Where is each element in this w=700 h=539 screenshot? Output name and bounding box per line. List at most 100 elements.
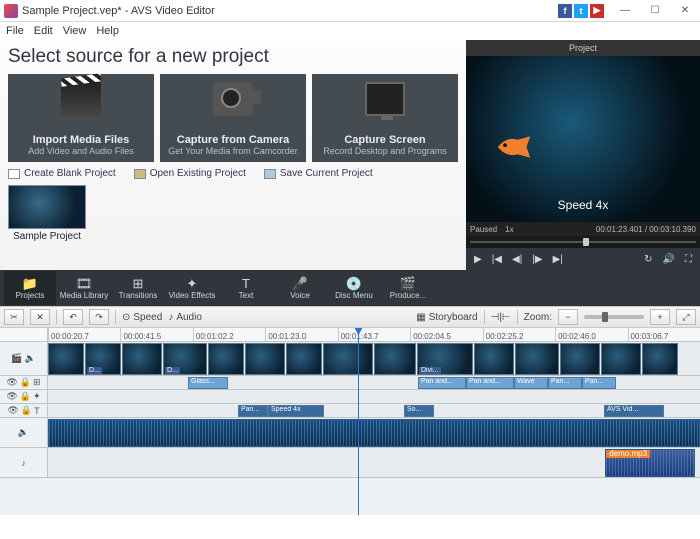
music-lane[interactable]: demo.mp3: [48, 448, 700, 477]
tab-disc-menu[interactable]: 💿Disc Menu: [328, 271, 380, 305]
video-lane[interactable]: D... D... Divi...: [48, 342, 700, 375]
video-clip[interactable]: [122, 343, 162, 375]
zoom-out-button[interactable]: −: [558, 309, 578, 325]
video-clip[interactable]: D...: [163, 343, 207, 375]
step-back-button[interactable]: ◀|: [512, 254, 522, 265]
open-existing-project[interactable]: Open Existing Project: [134, 168, 246, 179]
video-clip[interactable]: [515, 343, 559, 375]
close-button[interactable]: ✕: [670, 0, 700, 22]
video-clip[interactable]: Divi...: [417, 343, 473, 375]
split-icon[interactable]: ⊣|⊢: [491, 312, 511, 323]
video-clip[interactable]: D...: [85, 343, 121, 375]
zoom-slider[interactable]: [584, 315, 644, 319]
track-header[interactable]: 🎬🔈: [0, 342, 48, 375]
scrubber-knob[interactable]: [583, 238, 589, 246]
menu-file[interactable]: File: [6, 25, 24, 37]
maximize-button[interactable]: ☐: [640, 0, 670, 22]
audio-clip[interactable]: demo.mp3: [605, 449, 695, 477]
menu-help[interactable]: Help: [96, 25, 119, 37]
tab-voice[interactable]: 🎤Voice: [274, 271, 326, 305]
capture-camera-card[interactable]: Capture from Camera Get Your Media from …: [160, 74, 306, 162]
fullscreen-button[interactable]: ⛶: [685, 254, 692, 265]
transition-clip[interactable]: Pan and...: [466, 377, 514, 389]
next-button[interactable]: ▶|: [553, 254, 563, 265]
zoom-in-button[interactable]: +: [650, 309, 670, 325]
twitter-icon[interactable]: t: [574, 4, 588, 18]
menu-edit[interactable]: Edit: [34, 25, 53, 37]
undo-button[interactable]: ↶: [63, 309, 83, 325]
video-clip[interactable]: [323, 343, 373, 375]
save-current-project[interactable]: Save Current Project: [264, 168, 373, 179]
text-lane[interactable]: Pan... Speed 4x So... AVS Vid...: [48, 404, 700, 417]
transition-icon: ⊞: [33, 377, 41, 388]
audio-lane[interactable]: [48, 418, 700, 447]
video-clip[interactable]: [474, 343, 514, 375]
audio-button[interactable]: ♪Audio: [168, 312, 202, 323]
facebook-icon[interactable]: f: [558, 4, 572, 18]
time-ruler[interactable]: 00:00:20.7 00:00:41.5 00:01:02.2 00:01:2…: [0, 328, 700, 342]
minimize-button[interactable]: —: [610, 0, 640, 22]
preview-viewport[interactable]: Speed 4x: [466, 56, 700, 222]
transition-clip[interactable]: Pan...: [582, 377, 616, 389]
video-clip[interactable]: [601, 343, 641, 375]
produce-button[interactable]: 🎬Produce...: [382, 271, 434, 305]
text-clip[interactable]: Pan...: [238, 405, 268, 417]
import-media-card[interactable]: Import Media Files Add Video and Audio F…: [8, 74, 154, 162]
transition-clip[interactable]: Pan and...: [418, 377, 466, 389]
tab-transitions[interactable]: ⊞Transitions: [112, 271, 164, 305]
prev-button[interactable]: |◀: [492, 254, 502, 265]
video-clip[interactable]: [560, 343, 600, 375]
track-header[interactable]: ♪: [0, 448, 48, 477]
preview-tab[interactable]: Project: [466, 40, 700, 56]
volume-button[interactable]: 🔊: [663, 254, 675, 265]
tab-text[interactable]: TText: [220, 271, 272, 305]
effect-lane[interactable]: [48, 390, 700, 403]
video-clip[interactable]: [286, 343, 322, 375]
preview-scrubber[interactable]: [466, 236, 700, 248]
delete-button[interactable]: ✕: [30, 309, 50, 325]
transition-clip[interactable]: Pan...: [548, 377, 582, 389]
create-blank-project[interactable]: Create Blank Project: [8, 168, 116, 179]
tab-video-effects[interactable]: ✦Video Effects: [166, 271, 218, 305]
capture-screen-card[interactable]: Capture Screen Record Desktop and Progra…: [312, 74, 458, 162]
project-panel: Select source for a new project Import M…: [0, 40, 466, 270]
step-forward-button[interactable]: |▶: [532, 254, 542, 265]
redo-button[interactable]: ↷: [89, 309, 109, 325]
video-clip[interactable]: [208, 343, 244, 375]
transition-clip[interactable]: Wave: [514, 377, 548, 389]
tab-media-library[interactable]: 🎞Media Library: [58, 271, 110, 305]
playback-status: Paused: [470, 225, 497, 234]
zoom-fit-button[interactable]: ⤢: [676, 309, 696, 325]
window-title: Sample Project.vep* - AVS Video Editor: [22, 5, 215, 17]
loop-button[interactable]: ↻: [644, 254, 652, 265]
storyboard-button[interactable]: ▦Storyboard: [416, 312, 477, 323]
text-clip[interactable]: So...: [404, 405, 434, 417]
track-header[interactable]: 👁🔒T: [0, 404, 48, 417]
video-clip[interactable]: [374, 343, 416, 375]
audio-waveform[interactable]: [48, 419, 700, 447]
track-header[interactable]: 👁🔒✦: [0, 390, 48, 403]
track-header[interactable]: 👁🔒⊞: [0, 376, 48, 389]
menu-view[interactable]: View: [63, 25, 87, 37]
video-clip[interactable]: [245, 343, 285, 375]
video-clip[interactable]: [642, 343, 678, 375]
cut-button[interactable]: ✂: [4, 309, 24, 325]
note-icon: ♪: [168, 312, 173, 323]
text-clip[interactable]: AVS Vid...: [604, 405, 664, 417]
speed-button[interactable]: ⊙Speed: [122, 312, 162, 323]
youtube-icon[interactable]: ▶: [590, 4, 604, 18]
playhead[interactable]: [358, 328, 359, 515]
transition-clip[interactable]: Glass...: [188, 377, 228, 389]
video-clip[interactable]: [48, 343, 84, 375]
timeline-region: 00:00:20.7 00:00:41.5 00:01:02.2 00:01:2…: [0, 328, 700, 515]
text-track: 👁🔒T Pan... Speed 4x So... AVS Vid...: [0, 404, 700, 418]
timeline: 00:00:20.7 00:00:41.5 00:01:02.2 00:01:2…: [0, 328, 700, 515]
tab-projects[interactable]: 📁Projects: [4, 271, 56, 305]
produce-icon: 🎬: [400, 277, 416, 290]
transition-lane[interactable]: Glass... Pan and... Pan and... Wave Pan.…: [48, 376, 700, 389]
play-button[interactable]: ▶: [474, 254, 482, 265]
project-thumbnail[interactable]: Sample Project: [8, 185, 86, 242]
zoom-knob[interactable]: [602, 312, 608, 322]
text-clip[interactable]: Speed 4x: [268, 405, 324, 417]
track-header[interactable]: 🔈: [0, 418, 48, 447]
